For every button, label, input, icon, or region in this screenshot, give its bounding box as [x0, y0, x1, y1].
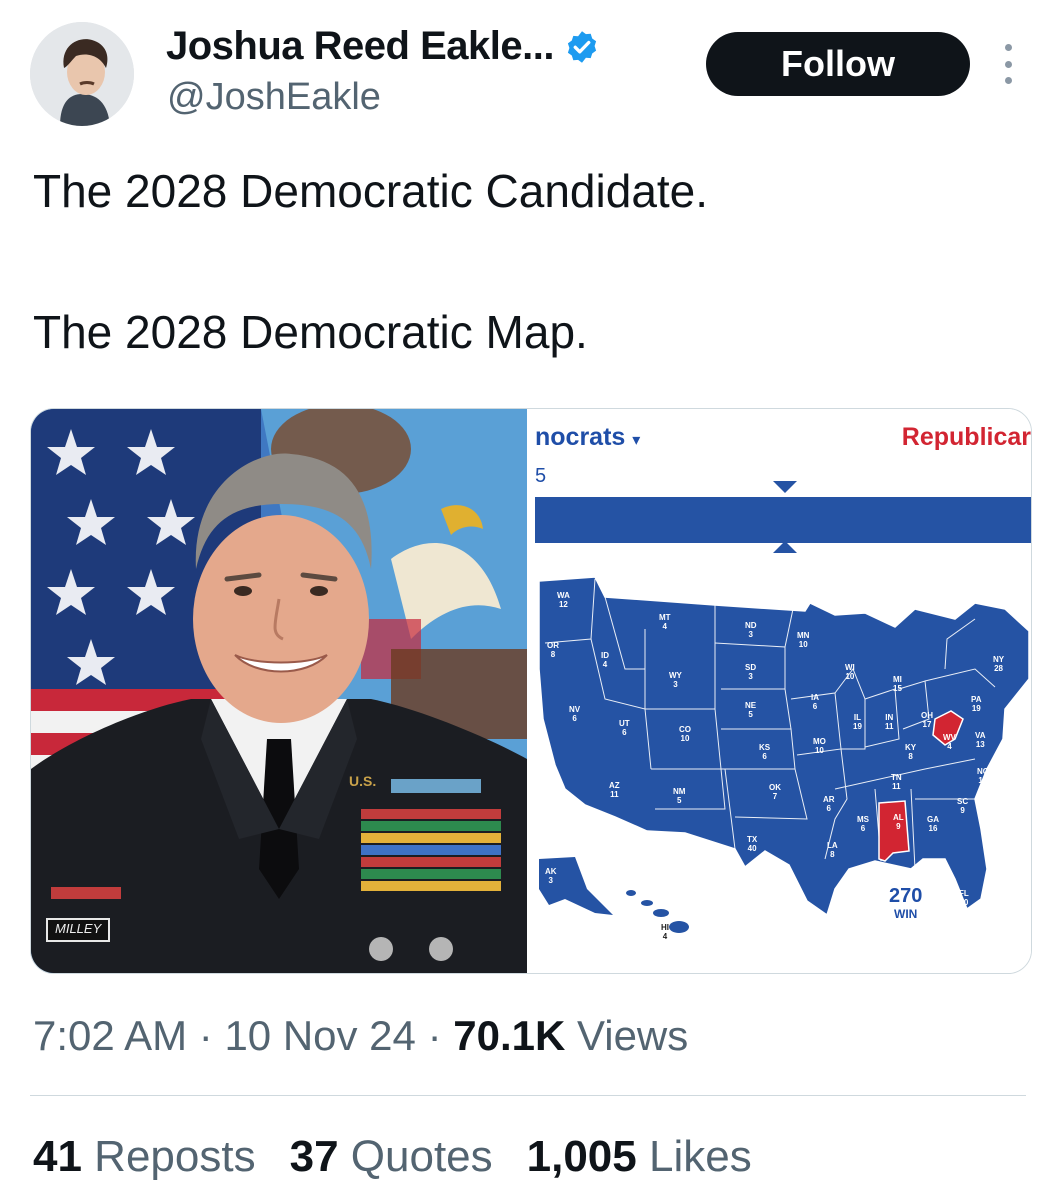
logo-text: WIN [894, 907, 918, 921]
state-label: IN 11 [885, 713, 894, 731]
views-count: 70.1K [453, 1012, 566, 1059]
engagement-stats: 41 Reposts 37 Quotes 1,005 Likes [33, 1132, 752, 1182]
state-label: AZ 11 [609, 781, 620, 799]
state-label: LA 8 [827, 841, 838, 859]
tweet-time[interactable]: 7:02 AM [33, 1012, 187, 1059]
divider [30, 1095, 1026, 1096]
us-insignia-text: U.S. [349, 773, 377, 789]
state-label: NC 16 [977, 767, 989, 785]
state-label: SC 9 [957, 797, 969, 815]
author-name-row[interactable]: Joshua Reed Eakle... [166, 24, 600, 69]
state-label: WY 3 [669, 671, 682, 689]
author-handle[interactable]: @JoshEakle [167, 76, 381, 119]
logo-number: 270 [889, 885, 923, 907]
state-label: AK 3 [545, 867, 557, 885]
reposts-stat[interactable]: 41 Reposts [33, 1132, 256, 1182]
state-label: WV 4 [943, 733, 956, 751]
tweet-text-line-1: The 2028 Democratic Candidate. [33, 165, 709, 217]
likes-count: 1,005 [526, 1132, 637, 1181]
electoral-progress-bar [535, 497, 1031, 543]
republicans-label: Republicar [901, 423, 1031, 451]
democrats-label: nocrats [535, 423, 626, 451]
portrait-illustration [31, 409, 527, 973]
tweet-date[interactable]: 10 Nov 24 [224, 1012, 415, 1059]
state-label: MN 10 [797, 631, 810, 649]
state-label: IL 19 [853, 713, 862, 731]
democrats-dropdown[interactable]: nocrats ▾ [535, 423, 640, 452]
state-label: NV 6 [569, 705, 581, 723]
author-name[interactable]: Joshua Reed Eakle... [166, 24, 554, 69]
state-label: ID 4 [601, 651, 609, 669]
author-avatar[interactable] [30, 22, 134, 126]
state-label: AL 9 [893, 813, 904, 831]
state-labels: WA 12 OR 8 ID 4 MT 4 ND 3 MN 10 SD 3 WY 3 WI 10 M… [535, 569, 1031, 969]
state-label: NE 5 [745, 701, 757, 719]
tweet-header: Joshua Reed Eakle... @JoshEakle Follow [30, 22, 1030, 132]
verified-badge-icon [567, 30, 597, 63]
state-label: VA 13 [975, 731, 986, 749]
state-label: MI 15 [893, 675, 902, 693]
democrat-count: 5 [535, 465, 547, 487]
electoral-map[interactable]: nocrats ▾ Republicar 5 WA 12 OR 8 ID 4 M… [535, 409, 1031, 973]
name-tag-text: MILLEY [55, 921, 102, 936]
state-label: FL 30 [959, 889, 969, 907]
views-label: Views [565, 1012, 689, 1059]
state-label: WI 10 [845, 663, 855, 681]
meta-separator: · [415, 1012, 454, 1059]
tweet-media[interactable]: MILLEY U.S. nocrats ▾ Republicar 5 WA 12… [30, 408, 1032, 974]
follow-button[interactable]: Follow [706, 32, 970, 96]
state-label: AR 6 [823, 795, 835, 813]
state-label: IA 6 [811, 693, 819, 711]
midpoint-marker-bottom-icon [773, 541, 797, 553]
state-label: SD 3 [745, 663, 757, 681]
state-label: MT 4 [659, 613, 671, 631]
state-label: NM 5 [673, 787, 686, 805]
state-label: OH 17 [921, 711, 933, 729]
270towin-logo[interactable]: 270 WIN [889, 885, 923, 923]
state-label: WA 12 [557, 591, 570, 609]
likes-stat[interactable]: 1,005 Likes [527, 1132, 752, 1182]
likes-label: Likes [636, 1132, 752, 1181]
meta-separator: · [187, 1012, 225, 1059]
state-label: GA 16 [927, 815, 939, 833]
quotes-label: Quotes [338, 1132, 493, 1181]
state-label: HI 4 [661, 923, 669, 941]
state-label: TN 11 [891, 773, 902, 791]
avatar-image [30, 22, 134, 126]
state-label: MO 10 [813, 737, 826, 755]
midpoint-marker-top-icon [773, 481, 797, 493]
state-label: OK 7 [769, 783, 781, 801]
quotes-stat[interactable]: 37 Quotes [290, 1132, 493, 1182]
state-label: NY 28 [993, 655, 1005, 673]
state-label: OR 8 [547, 641, 559, 659]
state-label: KS 6 [759, 743, 771, 761]
state-label: KY 8 [905, 743, 917, 761]
dropdown-caret-icon: ▾ [632, 432, 641, 449]
state-label: ND 3 [745, 621, 757, 639]
reposts-label: Reposts [81, 1132, 256, 1181]
general-portrait-photo[interactable]: MILLEY U.S. [31, 409, 527, 973]
state-label: CO 10 [679, 725, 691, 743]
more-options-icon[interactable] [998, 44, 1018, 84]
state-label: TX 40 [747, 835, 758, 853]
reposts-count: 41 [33, 1132, 82, 1181]
tweet-text-line-2: The 2028 Democratic Map. [33, 306, 588, 358]
state-label: UT 6 [619, 719, 630, 737]
state-label: PA 19 [971, 695, 982, 713]
state-label: MS 6 [857, 815, 869, 833]
quotes-count: 37 [289, 1132, 339, 1181]
tweet-meta: 7:02 AM · 10 Nov 24 · 70.1K Views [33, 1012, 688, 1060]
